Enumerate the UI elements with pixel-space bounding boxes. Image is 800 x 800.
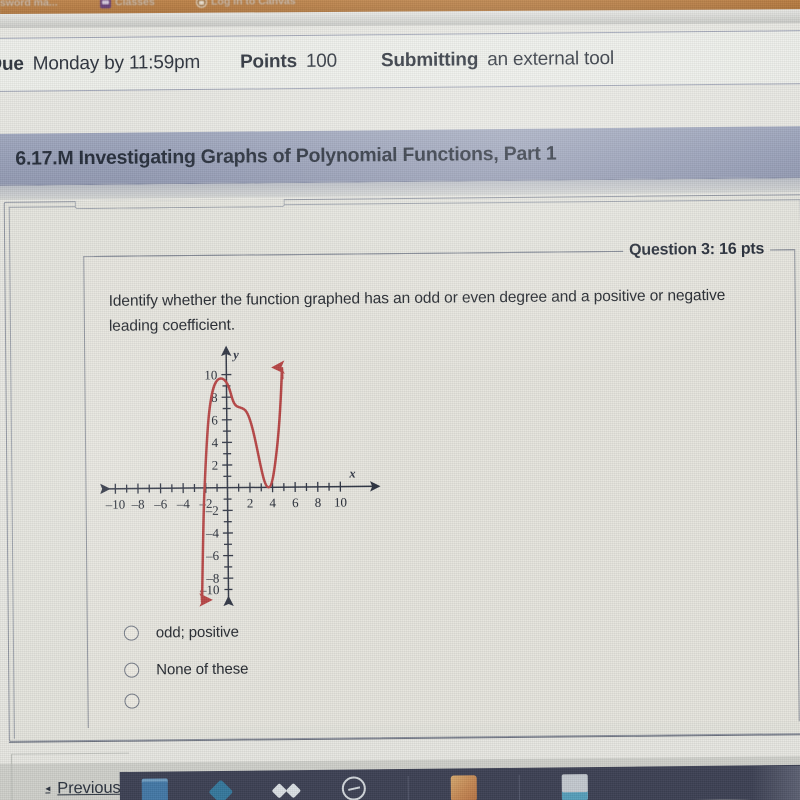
submitting-group: Submitting an external tool [381,48,614,72]
svg-text:10: 10 [334,495,347,510]
canvas-page: Due Monday by 11:59pm Points 100 Submitt… [0,15,800,800]
x-axis-label: x [348,466,355,480]
svg-text:8: 8 [315,495,322,510]
classes-icon [99,0,112,8]
taskbar-browser-icon[interactable] [341,776,366,800]
svg-text:2: 2 [247,495,254,510]
radio-icon[interactable] [123,625,139,641]
taskbar-separator [518,774,520,800]
svg-text:4: 4 [269,495,276,510]
svg-text:–4: –4 [176,496,191,511]
question-header-rule-right [770,248,795,250]
browser-tab-classes[interactable]: Classes [99,0,155,9]
radio-icon[interactable] [124,662,140,678]
question-header-label: Question 3: 16 pts [623,240,771,260]
graph-x-tick-labels: –10 –8 –6 –4 –2 2 4 6 8 10 [105,495,347,512]
svg-text:–10: –10 [105,497,126,512]
taskbar-window-icon[interactable] [561,774,588,800]
svg-text:4: 4 [211,435,218,450]
question-prompt: Identify whether the function graphed ha… [108,286,726,335]
answer-option-0[interactable]: odd; positive [123,609,724,652]
assignment-meta-bar: Due Monday by 11:59pm Points 100 Submitt… [0,29,800,92]
polynomial-graph: x y –10 –8 –6 –4 –2 2 4 6 8 10 10 8 6 4 … [99,338,392,609]
svg-text:10: 10 [204,367,217,382]
windows-taskbar[interactable] [119,764,800,800]
chevron-left-icon: ◂ [45,783,51,795]
answer-option-label: odd; positive [155,623,239,642]
answer-option-label: None of these [156,660,249,679]
answer-options: odd; positive None of these [123,609,725,709]
taskbar-diamond-app-icon[interactable] [208,779,234,800]
question-header-rule-left [94,250,624,257]
page-title: 6.17.M Investigating Graphs of Polynomia… [15,142,557,170]
taskbar-edge-glow [720,766,800,800]
browser-tab-password-manager[interactable]: ssword ma... [0,0,58,9]
previous-link-label: Previous [57,778,121,798]
answer-option-1[interactable]: None of these [124,646,724,689]
points-value: 100 [305,50,338,72]
points-label: Points [239,51,297,73]
previous-link[interactable]: ◂ Previous [45,779,121,799]
screenshot-photo: ssword ma... Classes Log in to Canvas Du… [0,0,800,800]
browser-tab-label: ssword ma... [0,0,58,10]
svg-text:2: 2 [212,458,219,473]
y-axis-label: y [231,348,239,362]
quiz-container: Question 3: 16 pts Identify whether the … [3,194,800,742]
svg-text:6: 6 [292,495,299,510]
browser-tab-label: Classes [114,0,155,9]
taskbar-bowtie-app-icon[interactable] [271,777,302,800]
browser-tab-canvas[interactable]: Log in to Canvas [195,0,296,8]
submitting-value: an external tool [487,47,615,71]
svg-text:–6: –6 [153,496,168,511]
canvas-icon [195,0,208,8]
graph-svg: x y –10 –8 –6 –4 –2 2 4 6 8 10 10 8 6 4 … [100,345,381,607]
taskbar-separator [407,775,409,800]
svg-text:–2: –2 [205,503,219,518]
graph-y-tick-labels: 10 8 6 4 2 –2 –4 –6 –8 –10 [199,367,220,597]
submitting-label: Submitting [380,49,479,72]
assignment-title-band: 6.17.M Investigating Graphs of Polynomia… [0,125,800,186]
radio-icon[interactable] [124,693,140,709]
taskbar-file-explorer-icon[interactable] [141,778,168,800]
svg-text:–8: –8 [131,496,145,511]
due-group: Due Monday by 11:59pm [0,52,200,76]
taskbar-photos-icon[interactable] [450,775,477,800]
browser-tab-label: Log in to Canvas [210,0,296,8]
svg-text:6: 6 [211,412,218,427]
svg-text:–4: –4 [205,525,220,540]
points-group: Points 100 [240,51,337,74]
question-box: Question 3: 16 pts Identify whether the … [83,240,800,729]
svg-text:–6: –6 [205,548,220,563]
due-label: Due [0,53,24,75]
graph-axes [100,345,381,607]
due-value: Monday by 11:59pm [32,51,201,75]
